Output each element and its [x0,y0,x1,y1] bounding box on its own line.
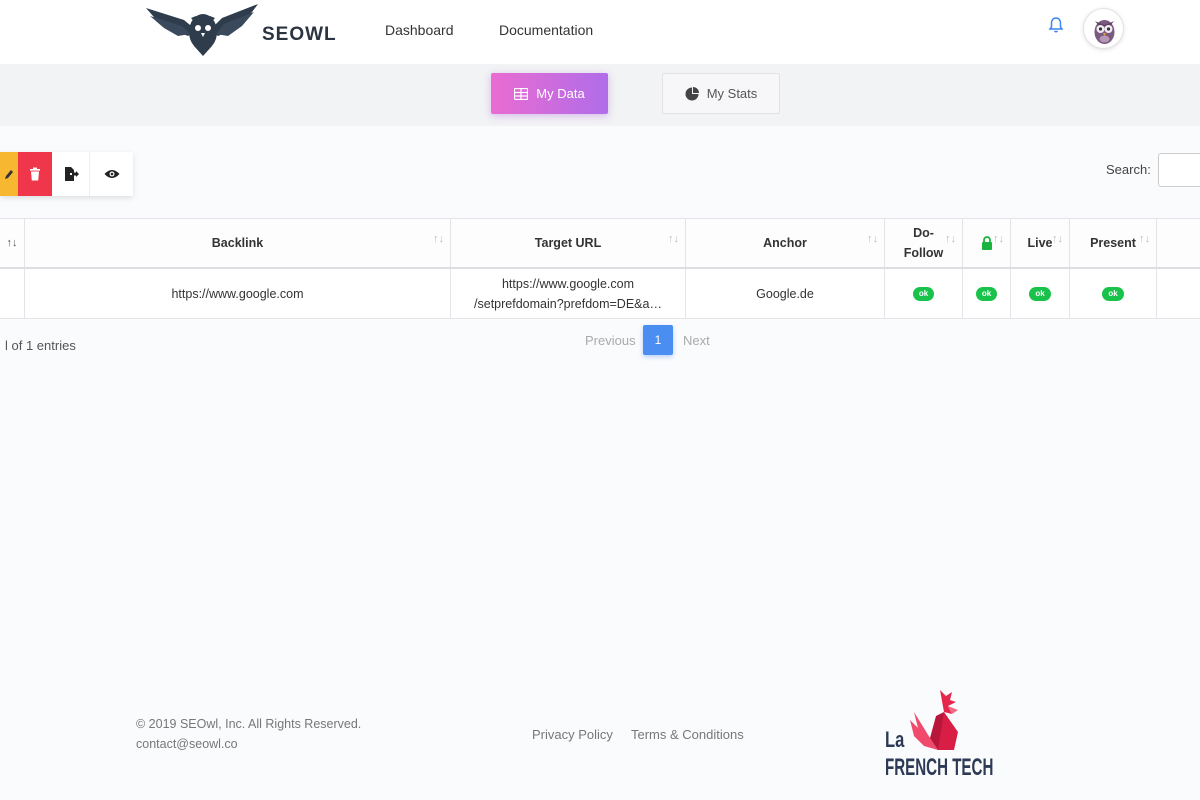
header-anchor-label: Anchor [763,236,807,250]
cell-extra [1157,269,1200,318]
target-url-line-1: https://www.google.com [501,276,634,291]
terms-conditions-link[interactable]: Terms & Conditions [631,727,744,742]
french-tech-label: FRENCH TECH [885,754,994,781]
sort-asc-icon: ↑↓ [6,237,18,249]
status-badge: ok [1029,286,1051,301]
select-column-header[interactable]: ↑↓ [0,219,25,267]
table-header-row: ↑↓ Backlink ↑↓ Target URL ↑↓ Anchor ↑↓ D… [0,219,1200,269]
brand-name: SEOWL [262,24,337,45]
edit-button[interactable] [0,152,18,196]
eye-icon [104,170,119,178]
sort-icon: ↑↓ [668,233,679,245]
nav-dashboard[interactable]: Dashboard [385,22,454,38]
top-navbar: SEOWL Dashboard Documentation [0,0,1200,64]
header-present-label: Present [1090,236,1136,250]
french-tech-la: La [885,727,905,752]
status-badge: ok [975,286,998,301]
row-actions-toolbar [0,152,133,196]
header-target-url[interactable]: Target URL ↑↓ [451,219,686,267]
view-button[interactable] [90,152,133,196]
header-do-follow-label: Do-Follow [903,226,944,260]
nav-documentation[interactable]: Documentation [499,22,593,38]
privacy-policy-link[interactable]: Privacy Policy [532,727,613,742]
sort-icon: ↑↓ [433,233,444,245]
cell-do-follow: ok [885,269,963,318]
pie-chart-icon [685,86,699,100]
status-badge: ok [912,286,935,301]
footer-copyright: © 2019 SEOwl, Inc. All Rights Reserved. [136,717,362,731]
target-url-line-2: /setprefdomain?prefdom=DE&a… [474,296,662,311]
cell-target-url[interactable]: https://www.google.com /setprefdomain?pr… [451,269,686,318]
entries-info: l of 1 entries [5,338,76,353]
row-select-cell[interactable] [0,269,25,318]
cell-secure: ok [963,269,1011,318]
export-icon [64,167,79,181]
cell-backlink[interactable]: https://www.google.com [25,269,451,318]
tab-my-data[interactable]: My Data [491,73,608,114]
header-do-follow[interactable]: Do-Follow ↑↓ [885,219,963,267]
sort-icon: ↑↓ [867,233,878,245]
cell-anchor: Google.de [686,269,885,318]
backlinks-table: ↑↓ Backlink ↑↓ Target URL ↑↓ Anchor ↑↓ D… [0,218,1200,319]
table-row[interactable]: https://www.google.com https://www.googl… [0,269,1200,319]
footer-contact-email[interactable]: contact@seowl.co [136,737,238,751]
tab-my-data-label: My Data [536,86,585,101]
previous-page-button[interactable]: Previous [585,333,636,348]
header-live-label: Live [1027,236,1053,250]
search-label: Search: [1106,162,1151,177]
bell-icon[interactable] [1046,15,1066,35]
next-page-button[interactable]: Next [683,333,710,348]
search-input[interactable] [1158,153,1200,187]
owl-logo-icon[interactable] [144,2,260,58]
user-avatar[interactable] [1083,8,1124,49]
cell-present: ok [1070,269,1157,318]
export-button[interactable] [52,152,90,196]
header-live[interactable]: Live ↑↓ [1011,219,1070,267]
tab-my-stats[interactable]: My Stats [662,73,780,114]
lock-icon [981,236,992,250]
header-anchor[interactable]: Anchor ↑↓ [686,219,885,267]
page-1-button[interactable]: 1 [643,325,673,355]
sort-icon: ↑↓ [1139,233,1150,245]
header-backlink-label: Backlink [211,236,264,250]
owl-avatar-icon [1094,20,1115,44]
delete-button[interactable] [18,152,52,196]
header-secure[interactable]: ↑↓ [963,219,1011,267]
header-present[interactable]: Present ↑↓ [1070,219,1157,267]
header-extra [1157,219,1200,267]
view-tabs: My Data My Stats [0,64,1200,126]
sort-icon: ↑↓ [993,233,1004,245]
sort-icon: ↑↓ [945,233,956,245]
trash-icon [30,167,40,181]
header-backlink[interactable]: Backlink ↑↓ [25,219,451,267]
status-badge: ok [1102,286,1124,301]
pencil-icon [5,170,13,179]
table-icon [514,87,529,100]
header-target-url-label: Target URL [534,236,602,250]
sort-icon: ↑↓ [1052,233,1063,245]
cell-live: ok [1011,269,1070,318]
tab-my-stats-label: My Stats [706,86,758,101]
